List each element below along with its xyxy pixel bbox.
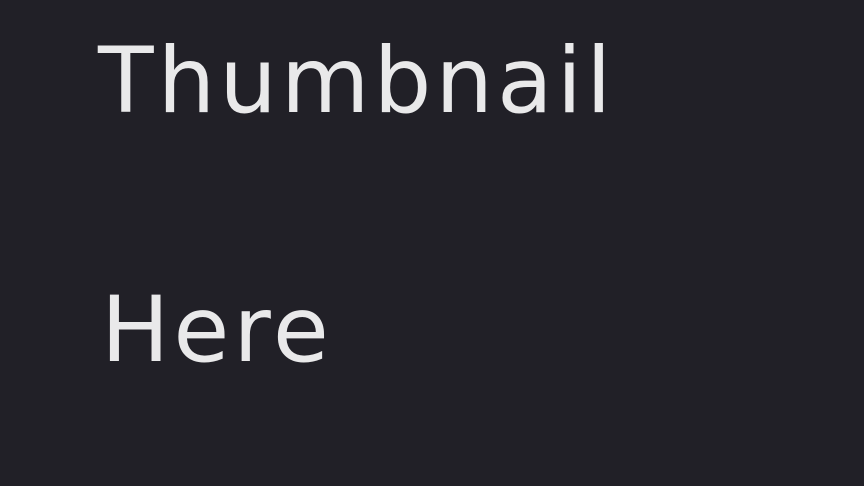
thumbnail-placeholder: Thumbnail Here xyxy=(0,0,864,486)
placeholder-text-line-1: Thumbnail xyxy=(98,29,616,134)
placeholder-text-line-2: Here xyxy=(101,278,333,383)
